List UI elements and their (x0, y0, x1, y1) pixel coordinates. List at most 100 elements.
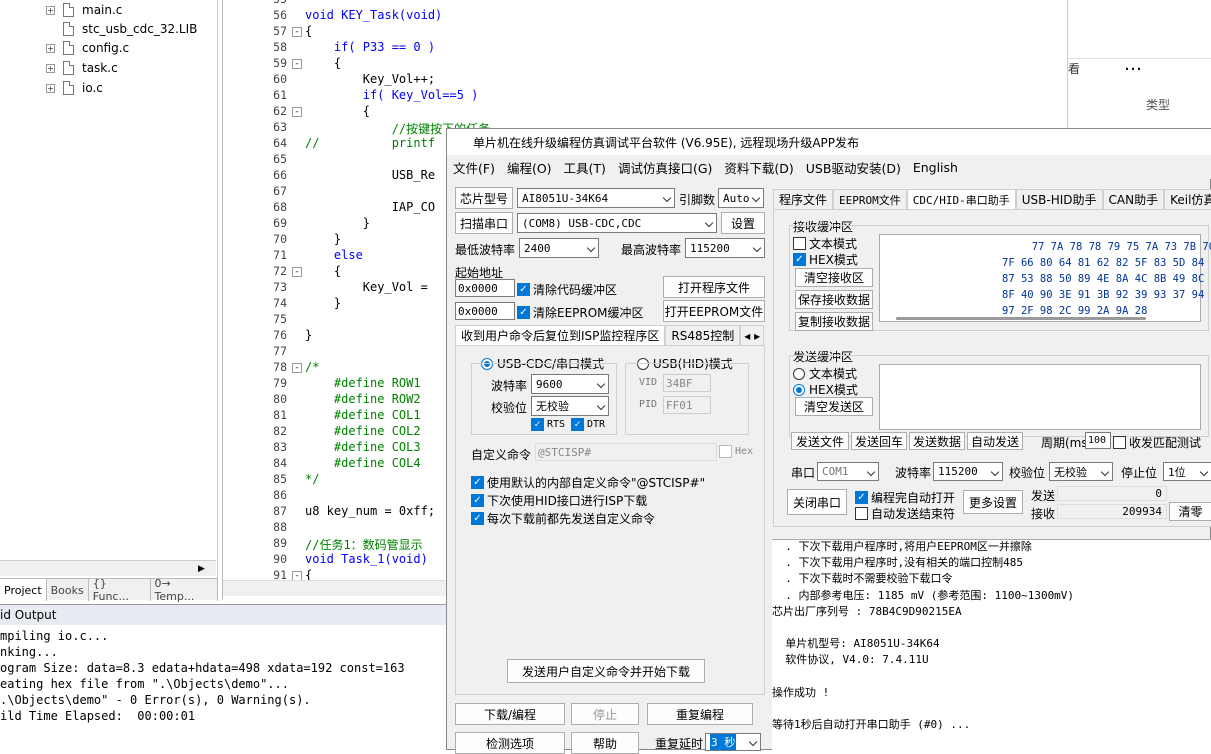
help-button[interactable]: 帮助 (571, 732, 639, 754)
code-line[interactable]: { (305, 264, 341, 278)
clear-receive-button[interactable]: 清空接收区 (795, 268, 873, 287)
expand-icon[interactable]: + (46, 5, 55, 15)
auto-open-checkbox[interactable]: ✓ 编程完自动打开 (855, 489, 955, 506)
period-input[interactable]: 100 (1085, 432, 1111, 449)
code-line[interactable]: #define COL1 (305, 408, 421, 422)
code-line[interactable]: if( Key_Vol==5 ) (305, 88, 479, 102)
serial-parity-select[interactable]: 无校验 (1049, 462, 1113, 481)
more-settings-button[interactable]: 更多设置 (963, 490, 1023, 514)
expand-icon[interactable]: + (46, 43, 55, 53)
code-line[interactable]: #define COL3 (305, 440, 421, 454)
eeprom-address-input[interactable]: 0x0000 (455, 302, 515, 320)
code-line[interactable]: */ (305, 472, 319, 486)
menu-debug[interactable]: 调试仿真接口(G) (612, 158, 718, 177)
max-baud-select[interactable]: 115200 (685, 238, 765, 258)
code-line[interactable]: if( P33 == 0 ) (305, 40, 435, 54)
reprogram-button[interactable]: 重复编程 (647, 703, 753, 725)
code-line[interactable]: Key_Vol++; (305, 72, 435, 86)
send-data-button[interactable]: 发送数据 (909, 432, 965, 450)
more-options-icon[interactable]: … (1124, 54, 1142, 75)
tab-program-file[interactable]: 程序文件 (773, 189, 834, 209)
code-line[interactable]: USB_Re (305, 168, 435, 182)
tree-item-main-c[interactable]: + main.c (46, 0, 122, 20)
code-line[interactable]: #define ROW1 (305, 376, 421, 390)
tab-can[interactable]: CAN助手 (1102, 189, 1165, 209)
pins-select[interactable]: Auto (718, 188, 764, 208)
code-line[interactable]: void Task_1(void) (305, 552, 428, 566)
tree-item-config-c[interactable]: + config.c (46, 38, 129, 58)
serial-baud-select[interactable]: 115200 (933, 462, 1003, 481)
send-cr-button[interactable]: 发送回车 (851, 432, 907, 450)
tab-templates[interactable]: 0→ Temp... (151, 577, 218, 603)
tab-functions[interactable]: {} Func... (89, 577, 151, 603)
fold-icon[interactable]: - (292, 363, 302, 373)
download-program-button[interactable]: 下载/编程 (455, 703, 565, 725)
min-baud-select[interactable]: 2400 (519, 238, 599, 258)
tab-books[interactable]: Books (47, 579, 89, 601)
custom-command-input[interactable]: @STCISP# (535, 443, 717, 461)
send-text-mode-radio[interactable]: 文本模式 (793, 365, 857, 382)
send-hex-mode-radio[interactable]: HEX模式 (793, 381, 858, 398)
code-line[interactable]: { (305, 104, 370, 118)
close-port-button[interactable]: 关闭串口 (787, 489, 847, 515)
column-header-type[interactable]: 类型 (1146, 96, 1170, 113)
code-line[interactable]: //任务1：数码管显示 (305, 536, 423, 553)
code-line[interactable]: } (305, 328, 312, 342)
code-line[interactable]: { (305, 56, 341, 70)
port-select[interactable]: (COM8) USB-CDC,CDC (517, 213, 717, 233)
receive-textarea[interactable]: 77 7A 78 78 79 75 7A 73 7B 70 7C 7F 66 8… (879, 234, 1211, 322)
fold-icon[interactable]: - (292, 267, 302, 277)
send-file-button[interactable]: 发送文件 (791, 432, 849, 450)
clear-send-button[interactable]: 清空发送区 (795, 397, 873, 416)
tab-serial-assistant[interactable]: CDC/HID-串口助手 (906, 189, 1016, 209)
fold-icon[interactable]: - (292, 27, 302, 37)
use-default-command-checkbox[interactable]: ✓ 使用默认的内部自定义命令"@STCISP#" (471, 474, 705, 491)
send-textarea[interactable] (879, 364, 1201, 430)
tab-scroll-icon[interactable]: ◂ ▸ (740, 325, 765, 345)
code-line[interactable]: // printf (305, 136, 435, 150)
parity-select[interactable]: 无校验 (531, 396, 609, 416)
open-program-file-button[interactable]: 打开程序文件 (663, 276, 765, 298)
menu-tools[interactable]: 工具(T) (558, 158, 612, 177)
use-hid-next-checkbox[interactable]: ✓ 下次使用HID接口进行ISP下载 (471, 492, 647, 509)
tree-item-lib[interactable]: stc_usb_cdc_32.LIB (46, 19, 197, 39)
code-line[interactable]: IAP_CO (305, 200, 435, 214)
view-menu[interactable]: 看 (1068, 60, 1080, 77)
pid-input[interactable]: FF01 (663, 396, 711, 414)
send-custom-command-button[interactable]: 发送用户自定义命令并开始下载 (507, 659, 705, 683)
chip-type-button[interactable]: 芯片型号 (455, 187, 513, 209)
menu-program[interactable]: 编程(O) (501, 158, 558, 177)
fold-icon[interactable]: - (292, 59, 302, 69)
code-line[interactable]: #define ROW2 (305, 392, 421, 406)
copy-receive-button[interactable]: 复制接收数据 (795, 312, 873, 331)
code-line[interactable]: void KEY_Task(void) (305, 8, 442, 22)
stop-button[interactable]: 停止 (571, 703, 639, 725)
settings-button[interactable]: 设置 (721, 212, 765, 234)
code-line[interactable]: { (305, 24, 312, 38)
menu-file[interactable]: 文件(F) (447, 158, 501, 177)
open-eeprom-file-button[interactable]: 打开EEPROM文件 (663, 300, 765, 322)
horizontal-scrollbar[interactable]: ▶ (0, 560, 216, 576)
fold-icon[interactable]: - (292, 107, 302, 117)
clear-counts-button[interactable]: 清零 (1169, 502, 1211, 521)
tab-usb-hid[interactable]: USB-HID助手 (1015, 189, 1103, 209)
check-options-button[interactable]: 检测选项 (455, 732, 565, 754)
baud-select[interactable]: 9600 (531, 374, 609, 394)
expand-icon[interactable]: + (46, 63, 55, 73)
expand-icon[interactable]: + (46, 83, 55, 93)
tab-keil-sim[interactable]: Keil仿真设 (1164, 189, 1211, 209)
code-address-input[interactable]: 0x0000 (455, 279, 515, 297)
scan-port-button[interactable]: 扫描串口 (455, 212, 513, 234)
save-receive-button[interactable]: 保存接收数据 (795, 290, 873, 309)
stop-bits-select[interactable]: 1位 (1163, 462, 1211, 481)
code-line[interactable]: else (305, 248, 363, 262)
menu-usb-driver[interactable]: USB驱动安装(D) (800, 158, 907, 177)
tab-eeprom-file[interactable]: EEPROM文件 (833, 189, 907, 209)
code-line[interactable]: } (305, 232, 341, 246)
code-line[interactable]: /* (305, 360, 319, 374)
code-line[interactable]: u8 key_num = 0xff; (305, 504, 435, 518)
tree-item-io-c[interactable]: + io.c (46, 78, 103, 98)
dtr-checkbox[interactable]: ✓ DTR (571, 418, 605, 431)
serial-port-select[interactable]: COM1 (817, 462, 879, 481)
scroll-right-icon[interactable]: ▶ (198, 564, 205, 574)
